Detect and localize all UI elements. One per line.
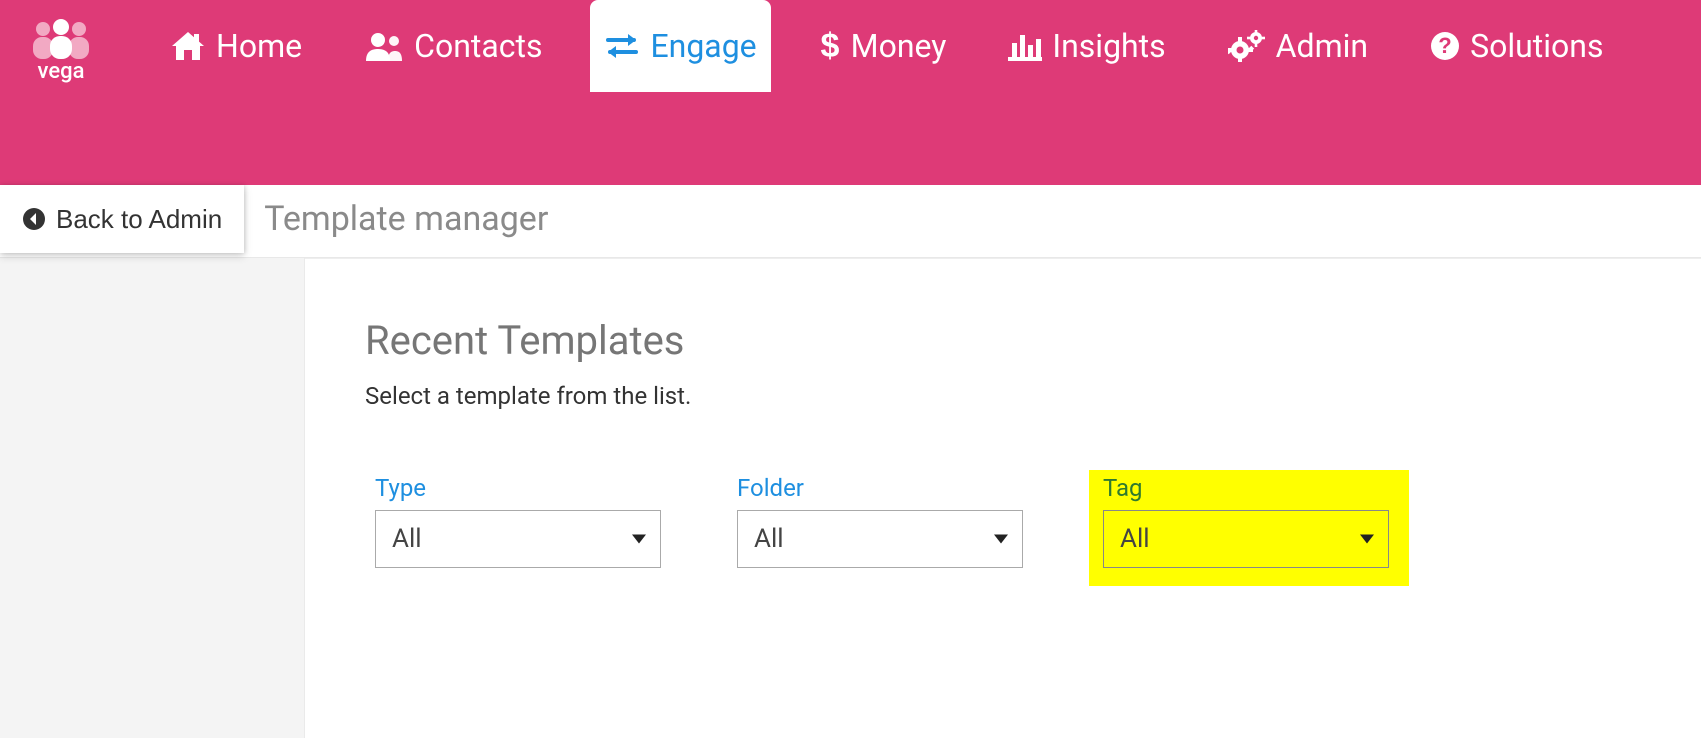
subheader: Back to Admin Template manager <box>0 185 1701 258</box>
users-icon <box>364 31 404 61</box>
svg-text:?: ? <box>1438 33 1451 58</box>
nav-item-insights[interactable]: Insights <box>994 0 1179 92</box>
body: Recent Templates Select a template from … <box>0 258 1701 738</box>
filter-folder-select[interactable]: All <box>737 510 1023 568</box>
back-label: Back to Admin <box>56 204 222 235</box>
filters-row: Type All Folder All Tag All <box>365 470 1641 586</box>
nav-label: Insights <box>1052 27 1165 65</box>
section-heading: Recent Templates <box>365 317 1641 364</box>
nav-item-engage[interactable]: Engage <box>590 0 770 92</box>
nav-label: Engage <box>650 27 756 65</box>
filter-folder-label: Folder <box>737 470 1023 502</box>
filter-tag-label: Tag <box>1103 470 1389 502</box>
nav-label: Money <box>851 27 947 65</box>
svg-text:$: $ <box>820 29 839 63</box>
nav-item-contacts[interactable]: Contacts <box>350 0 556 92</box>
question-circle-icon: ? <box>1430 31 1460 61</box>
people-icon <box>28 19 94 63</box>
exchange-icon <box>604 32 640 60</box>
brand-name: vega <box>38 59 85 84</box>
section-subtext: Select a template from the list. <box>365 382 1641 410</box>
main-panel: Recent Templates Select a template from … <box>305 258 1701 738</box>
filter-type-select[interactable]: All <box>375 510 661 568</box>
nav-item-solutions[interactable]: ? Solutions <box>1416 0 1617 92</box>
nav-label: Admin <box>1276 27 1368 65</box>
top-nav: vega Home Contacts <box>0 0 1701 185</box>
back-to-admin-button[interactable]: Back to Admin <box>0 185 244 253</box>
nav-label: Contacts <box>414 27 542 65</box>
nav-row: vega Home Contacts <box>0 0 1617 92</box>
nav-item-home[interactable]: Home <box>156 0 316 92</box>
dollar-icon: $ <box>819 29 841 63</box>
arrow-left-circle-icon <box>22 207 46 231</box>
filter-tag: Tag All <box>1089 470 1409 586</box>
filter-folder-value: All <box>754 524 784 554</box>
filter-tag-value: All <box>1120 524 1150 554</box>
bar-chart-icon <box>1008 31 1042 61</box>
chevron-down-icon <box>994 535 1008 544</box>
filter-type-label: Type <box>375 470 661 502</box>
nav-item-money[interactable]: $ Money <box>805 0 961 92</box>
chevron-down-icon <box>632 535 646 544</box>
filter-type-value: All <box>392 524 422 554</box>
left-rail <box>0 258 305 738</box>
chevron-down-icon <box>1360 535 1374 544</box>
home-icon <box>170 30 206 62</box>
brand-logo[interactable]: vega <box>28 9 94 84</box>
gears-icon <box>1228 30 1266 62</box>
nav-item-admin[interactable]: Admin <box>1214 0 1382 92</box>
filter-type: Type All <box>365 470 671 586</box>
nav-label: Solutions <box>1470 27 1603 65</box>
filter-tag-select[interactable]: All <box>1103 510 1389 568</box>
page-title: Template manager <box>244 185 568 257</box>
nav-label: Home <box>216 27 302 65</box>
filter-folder: Folder All <box>727 470 1033 586</box>
